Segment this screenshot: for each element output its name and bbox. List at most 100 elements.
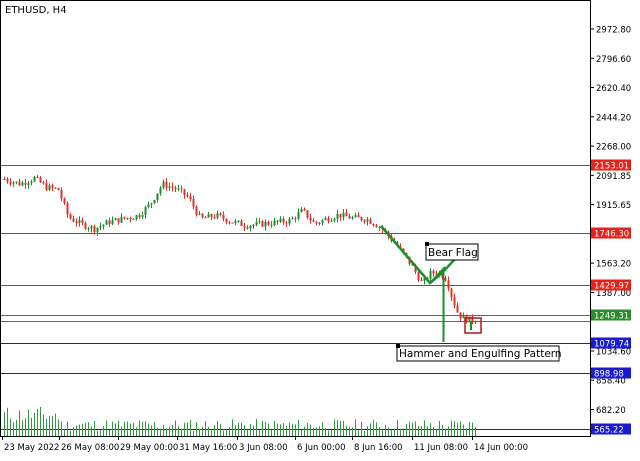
- candle-body: [78, 220, 81, 224]
- candle-body: [327, 218, 330, 222]
- candle-body: [474, 321, 477, 323]
- candle-body: [336, 213, 339, 219]
- level-tag-label: 1746.30: [594, 230, 629, 240]
- candle-body: [210, 214, 213, 218]
- candle-body: [102, 224, 105, 227]
- candle-body: [3, 178, 6, 180]
- candle-body: [309, 217, 312, 221]
- candle-body: [39, 177, 42, 183]
- candle-body: [177, 188, 180, 190]
- level-tag-label: 565.22: [594, 426, 624, 436]
- candle-body: [255, 221, 258, 225]
- candle-body: [120, 216, 123, 223]
- level-tag-label: 1429.97: [594, 282, 629, 292]
- candle-body: [36, 176, 39, 178]
- candle-body: [333, 218, 336, 221]
- symbol-title: ETHUSD, H4: [5, 5, 67, 16]
- candle-body: [318, 223, 321, 225]
- candle-body: [345, 212, 348, 217]
- candle-body: [162, 181, 165, 188]
- candle-body: [366, 219, 369, 222]
- candle-body: [429, 270, 432, 280]
- candle-body: [432, 270, 435, 274]
- candle-body: [213, 217, 216, 219]
- candle-body: [453, 296, 456, 306]
- candle-body: [375, 225, 378, 228]
- candle-body: [87, 228, 90, 230]
- candle-body: [360, 217, 363, 221]
- candle-body: [186, 194, 189, 197]
- candle-body: [69, 214, 72, 219]
- candle-body: [444, 278, 447, 281]
- candle-body: [456, 305, 459, 313]
- candle-body: [330, 220, 333, 222]
- candle-body: [339, 213, 342, 218]
- candle-body: [105, 220, 108, 225]
- candle-body: [9, 181, 12, 184]
- candle-body: [279, 218, 282, 222]
- candle-body: [141, 214, 144, 218]
- time-tick-label: 29 May 00:00: [120, 443, 178, 453]
- candle-body: [204, 217, 207, 219]
- candle-body: [168, 186, 171, 188]
- price-tick-label: 2444.20: [596, 113, 631, 123]
- candle-body: [144, 207, 147, 215]
- annotation-label: Bear Flag: [428, 247, 478, 259]
- candle-body: [249, 226, 252, 229]
- time-tick-label: 14 Jun 00:00: [474, 443, 528, 453]
- candle-body: [357, 215, 360, 218]
- candle-body: [45, 183, 48, 191]
- candle-body: [108, 220, 111, 225]
- candle-body: [285, 222, 288, 224]
- level-tag-label: 1249.31: [594, 312, 629, 322]
- candle-body: [459, 312, 462, 319]
- time-tick-label: 6 Jun 00:00: [297, 443, 346, 453]
- candle-body: [183, 189, 186, 195]
- price-chart[interactable]: 2972.80 2796.60 2620.40 2444.20 2268.00 2091.…: [0, 0, 640, 457]
- candle-body: [228, 222, 231, 224]
- candle-body: [321, 220, 324, 224]
- candle-body: [462, 315, 465, 319]
- plot-background: [0, 0, 640, 457]
- candle-body: [81, 220, 84, 223]
- candle-body: [420, 280, 423, 282]
- candle-body: [312, 220, 315, 222]
- candle-body: [48, 185, 51, 191]
- candle-body: [315, 221, 318, 224]
- candle-body: [174, 187, 177, 190]
- candle-body: [447, 280, 450, 289]
- candle-body: [207, 214, 210, 218]
- candle-body: [291, 218, 294, 220]
- candle-body: [195, 206, 198, 215]
- time-tick-label: 26 May 08:00: [61, 443, 119, 453]
- price-tick-label: 2620.40: [596, 84, 631, 94]
- time-tick-label: 8 Jun 16:00: [354, 443, 403, 453]
- candle-body: [117, 218, 120, 223]
- candle-body: [276, 220, 279, 222]
- candle-body: [90, 226, 93, 229]
- candle-body: [237, 220, 240, 222]
- candle-body: [219, 213, 222, 215]
- candle-body: [84, 222, 87, 229]
- level-tag-label: 2153.01: [594, 162, 629, 172]
- candle-body: [12, 182, 15, 184]
- candle-body: [246, 227, 249, 229]
- candle-body: [378, 227, 381, 229]
- anchor-marker: [396, 344, 400, 348]
- candle-body: [96, 227, 99, 233]
- candle-body: [24, 182, 27, 185]
- candle-body: [225, 218, 228, 223]
- candle-body: [42, 182, 45, 184]
- candle-body: [450, 288, 453, 297]
- candle-body: [129, 217, 132, 219]
- candle-body: [231, 222, 234, 224]
- candle-body: [159, 187, 162, 194]
- chart-window[interactable]: 2972.80 2796.60 2620.40 2444.20 2268.00 2091.…: [0, 0, 640, 457]
- candle-body: [303, 208, 306, 211]
- price-tick-label: 2091.85: [596, 172, 631, 182]
- candle-body: [342, 212, 345, 218]
- candle-body: [54, 187, 57, 189]
- candle-body: [75, 221, 78, 224]
- candle-body: [234, 221, 237, 223]
- candle-body: [165, 181, 168, 188]
